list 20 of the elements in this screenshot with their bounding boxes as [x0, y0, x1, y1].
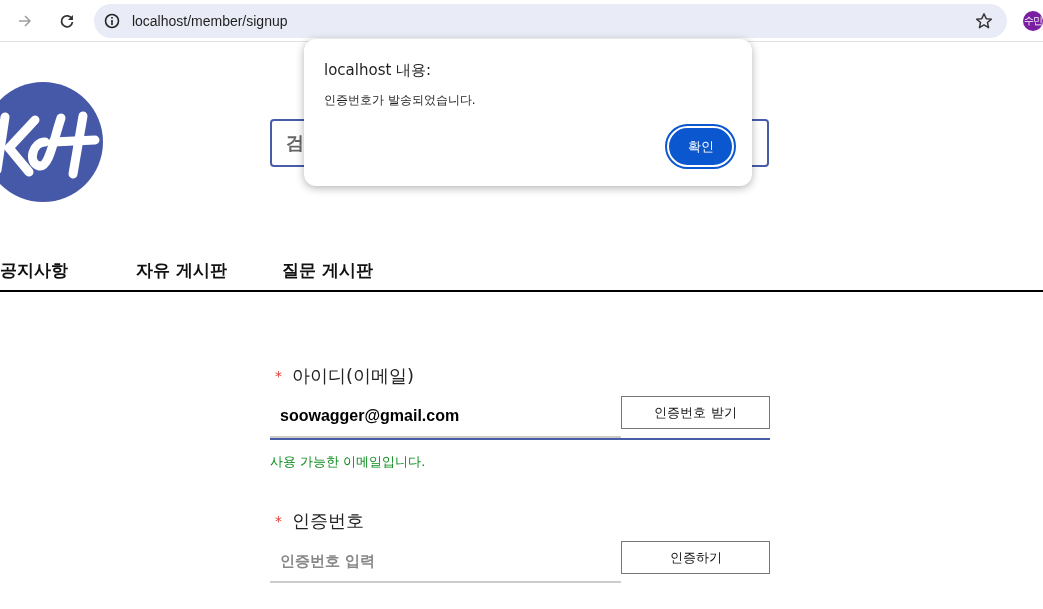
field-label: 아이디(이메일) — [292, 364, 415, 388]
confirm-button[interactable]: 확인 — [667, 126, 734, 167]
dialog-message: 인증번호가 발송되었습니다. — [324, 92, 477, 109]
field-button[interactable]: 인증번호 받기 — [621, 396, 770, 429]
info-icon[interactable] — [103, 12, 120, 29]
address-bar[interactable]: localhost/member/signup — [93, 3, 1008, 38]
nav-link[interactable]: 공지사항 — [0, 258, 68, 282]
field-button[interactable]: 인증하기 — [621, 541, 770, 574]
input-field[interactable]: soowagger@gmail.com — [270, 396, 621, 438]
star-icon[interactable] — [975, 11, 994, 30]
field-label: 인증번호 — [292, 509, 364, 533]
profile-avatar[interactable]: 수민 — [1023, 10, 1043, 31]
logo-icon[interactable] — [0, 82, 103, 202]
required-mark: * — [275, 368, 282, 384]
nav-link[interactable]: 질문 게시판 — [281, 258, 373, 282]
validation-message: 사용 가능한 이메일입니다. — [270, 453, 427, 471]
input-field[interactable]: 인증번호 입력 — [270, 541, 621, 583]
dialog-title: localhost 내용: — [324, 61, 433, 80]
required-mark: * — [275, 513, 282, 529]
nav-link[interactable]: 자유 게시판 — [136, 258, 227, 282]
